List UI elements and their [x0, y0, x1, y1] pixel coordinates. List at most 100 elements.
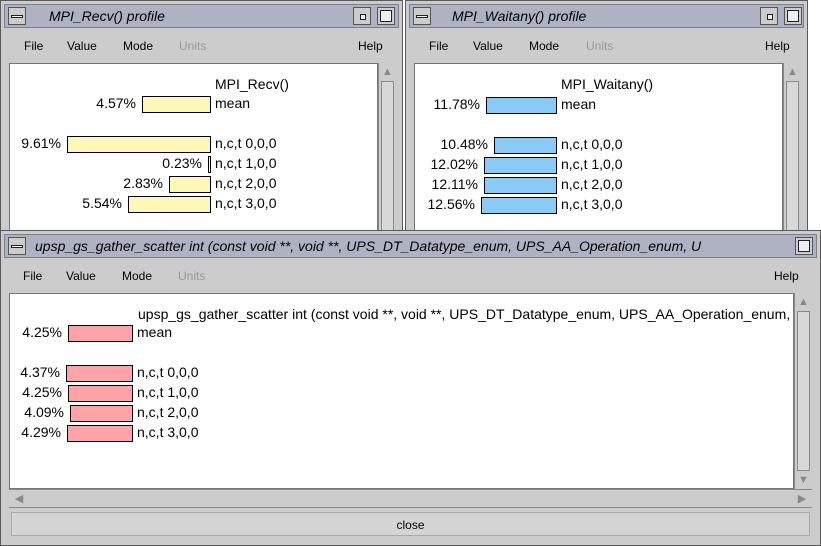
- menu-file[interactable]: File: [23, 269, 42, 283]
- thread-percent: 4.37%: [20, 364, 60, 380]
- maximize-button[interactable]: [784, 7, 802, 25]
- thread-bar: [481, 197, 557, 214]
- thread-percent: 4.29%: [21, 424, 61, 440]
- function-name: upsp_gs_gather_scatter int (const void *…: [138, 306, 794, 322]
- menu-help[interactable]: Help: [358, 39, 383, 53]
- profile-content: upsp_gs_gather_scatter int (const void *…: [9, 293, 794, 489]
- menu-help[interactable]: Help: [765, 39, 790, 53]
- mean-label: mean: [561, 96, 597, 112]
- thread-bar: [67, 425, 133, 442]
- horizontal-scrollbar[interactable]: ◀ ▶: [9, 489, 812, 507]
- thread-percent: 12.02%: [430, 156, 478, 172]
- thread-label: n,c,t 2,0,0: [215, 175, 277, 191]
- mean-percent: 4.25%: [22, 324, 62, 340]
- thread-bar: [128, 196, 211, 213]
- minimize-icon: [767, 14, 773, 20]
- close-button[interactable]: close: [11, 512, 810, 536]
- mean-bar: [486, 97, 557, 114]
- thread-percent: 5.54%: [82, 195, 122, 211]
- maximize-icon: [798, 240, 810, 252]
- maximize-button[interactable]: [795, 237, 813, 255]
- scroll-thumb[interactable]: [786, 81, 799, 234]
- thread-label: n,c,t 3,0,0: [137, 424, 199, 440]
- scroll-up-icon[interactable]: ▲: [786, 65, 799, 79]
- menu-file[interactable]: File: [429, 39, 448, 53]
- thread-bar: [484, 177, 557, 194]
- thread-bar: [208, 156, 211, 173]
- vertical-scrollbar[interactable]: ▲: [783, 63, 801, 234]
- thread-label: n,c,t 1,0,0: [561, 156, 623, 172]
- menu-mode[interactable]: Mode: [123, 39, 153, 53]
- thread-bar: [169, 176, 211, 193]
- title-bar[interactable]: upsp_gs_gather_scatter int (const void *…: [4, 234, 817, 258]
- window-menu-button[interactable]: [8, 237, 26, 255]
- thread-bar: [70, 405, 133, 422]
- scroll-left-icon[interactable]: ◀: [9, 492, 29, 506]
- menu-units: Units: [586, 39, 614, 53]
- profile-content: MPI_Recv() 4.57% mean 9.61% n,c,t 0,0,0 0.23…: [9, 63, 378, 234]
- menu-units: Units: [178, 269, 206, 283]
- thread-label: n,c,t 2,0,0: [137, 404, 199, 420]
- profile-content: MPI_Waitany() 11.78% mean 10.48% n,c,t 0,0,…: [414, 63, 783, 234]
- thread-percent: 4.09%: [24, 404, 64, 420]
- window-title: upsp_gs_gather_scatter int (const void *…: [35, 238, 702, 254]
- scroll-up-icon[interactable]: ▲: [797, 295, 810, 309]
- menu-help[interactable]: Help: [774, 269, 799, 283]
- minimize-button[interactable]: [760, 7, 778, 25]
- menu-units: Units: [179, 39, 207, 53]
- thread-percent: 0.23%: [162, 155, 202, 171]
- function-name: MPI_Waitany(): [561, 76, 654, 92]
- window-menu-icon: [416, 15, 428, 18]
- thread-percent: 12.11%: [431, 176, 478, 192]
- scroll-thumb[interactable]: [381, 81, 394, 234]
- vertical-scrollbar[interactable]: ▲: [378, 63, 396, 234]
- mean-bar: [142, 96, 211, 113]
- menu-mode[interactable]: Mode: [122, 269, 152, 283]
- minimize-icon: [360, 14, 366, 20]
- thread-percent: 9.61%: [21, 135, 61, 151]
- window-menu-icon: [11, 15, 23, 18]
- mean-label: mean: [215, 95, 251, 111]
- menu-value[interactable]: Value: [473, 39, 503, 53]
- title-bar[interactable]: MPI_Waitany() profile: [409, 4, 804, 28]
- mean-percent: 4.57%: [96, 95, 136, 111]
- thread-bar: [66, 365, 133, 382]
- close-bar: close: [9, 507, 812, 541]
- title-bar[interactable]: MPI_Recv() profile: [4, 4, 399, 28]
- mean-bar: [68, 325, 133, 342]
- thread-bar: [494, 137, 557, 154]
- maximize-icon: [787, 10, 799, 22]
- thread-label: n,c,t 0,0,0: [561, 136, 623, 152]
- maximize-button[interactable]: [377, 7, 395, 25]
- thread-percent: 12.56%: [427, 196, 475, 212]
- window-menu-button[interactable]: [413, 7, 431, 25]
- window-menu-icon: [11, 245, 23, 248]
- mean-percent: 11.78%: [433, 96, 480, 112]
- thread-label: n,c,t 3,0,0: [561, 196, 623, 212]
- menu-file[interactable]: File: [24, 39, 43, 53]
- menu-mode[interactable]: Mode: [529, 39, 559, 53]
- window-menu-button[interactable]: [8, 7, 26, 25]
- scroll-thumb[interactable]: [797, 311, 810, 471]
- thread-label: n,c,t 0,0,0: [215, 135, 277, 151]
- window-title: MPI_Waitany() profile: [452, 8, 587, 24]
- menu-bar: File Value Mode Units Help: [4, 29, 399, 60]
- window-title: MPI_Recv() profile: [49, 8, 165, 24]
- thread-label: n,c,t 2,0,0: [561, 176, 623, 192]
- thread-label: n,c,t 3,0,0: [215, 195, 277, 211]
- mpi-waitany-profile-window: MPI_Waitany() profile File Value Mode Un…: [405, 0, 808, 235]
- thread-label: n,c,t 1,0,0: [215, 155, 277, 171]
- vertical-scrollbar[interactable]: ▲ ▼: [794, 293, 812, 489]
- scroll-right-icon[interactable]: ▶: [792, 492, 812, 506]
- scroll-up-icon[interactable]: ▲: [381, 65, 394, 79]
- thread-percent: 4.25%: [22, 384, 62, 400]
- gather-scatter-profile-window: upsp_gs_gather_scatter int (const void *…: [0, 230, 821, 546]
- menu-value[interactable]: Value: [67, 39, 97, 53]
- mpi-recv-profile-window: MPI_Recv() profile File Value Mode Units…: [0, 0, 403, 235]
- scroll-down-icon[interactable]: ▼: [797, 473, 810, 487]
- minimize-button[interactable]: [353, 7, 371, 25]
- thread-bar: [67, 136, 211, 153]
- thread-percent: 2.83%: [123, 175, 163, 191]
- thread-percent: 10.48%: [440, 136, 488, 152]
- menu-value[interactable]: Value: [66, 269, 96, 283]
